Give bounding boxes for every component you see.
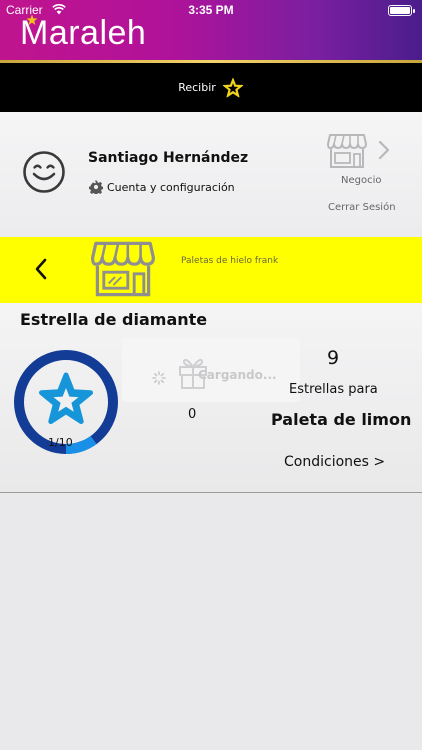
battery-icon xyxy=(388,5,415,16)
app-logo: Maraleh xyxy=(20,14,147,52)
business-label[interactable]: Negocio xyxy=(341,175,382,186)
account-settings-link[interactable]: Cuenta y configuración xyxy=(89,180,235,194)
stars-needed: 9 xyxy=(327,347,340,369)
profile-section: Santiago Hernández Cuenta y configuració… xyxy=(0,112,422,237)
gift-count: 0 xyxy=(188,407,197,422)
store-bar: Paletas de hielo frank xyxy=(0,237,422,303)
smiley-avatar-icon xyxy=(23,151,65,193)
loading-spinner-icon xyxy=(152,371,166,385)
shop-name: Paletas de hielo frank xyxy=(181,256,279,266)
reward-card: Estrella de diamante 1/10 Cargando... 0 … xyxy=(0,303,422,493)
receive-label: Recibir xyxy=(178,81,216,94)
back-chevron-icon[interactable] xyxy=(34,258,48,280)
user-name: Santiago Hernández xyxy=(88,150,249,166)
receive-button[interactable]: Recibir xyxy=(0,63,422,112)
card-title: Estrella de diamante xyxy=(20,310,208,329)
receive-bar[interactable]: Recibir xyxy=(0,63,422,112)
stars-for-label: Estrellas para xyxy=(289,382,378,397)
store-icon[interactable] xyxy=(327,133,367,169)
gear-icon xyxy=(89,180,103,194)
settings-label: Cuenta y configuración xyxy=(107,180,235,194)
progress-label: 1/10 xyxy=(48,436,73,449)
reward-name: Paleta de limon xyxy=(271,410,412,429)
star-outline-icon xyxy=(222,77,243,97)
loading-text: Cargando... xyxy=(198,368,277,382)
store-large-icon xyxy=(91,241,155,297)
conditions-link[interactable]: Condiciones > xyxy=(284,454,385,470)
chevron-right-icon[interactable] xyxy=(378,140,390,160)
logout-button[interactable]: Cerrar Sesión xyxy=(328,202,396,213)
app-header: Carrier 3:35 PM Maraleh xyxy=(0,0,422,63)
